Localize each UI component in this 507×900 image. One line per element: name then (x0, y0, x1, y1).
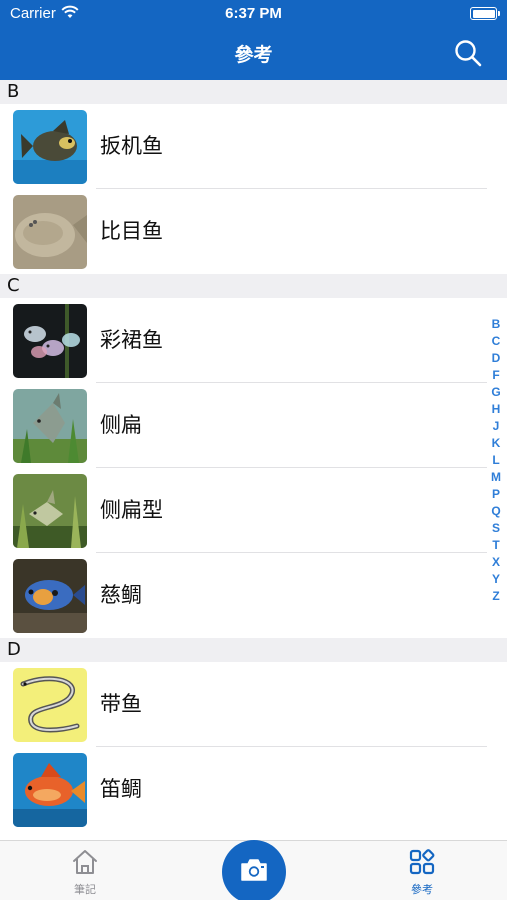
item-label: 彩裙鱼 (100, 328, 163, 352)
list-item[interactable]: 带鱼 (0, 662, 507, 747)
index-letter[interactable]: D (489, 350, 503, 367)
section-header-d: D (0, 638, 507, 662)
item-label: 扳机鱼 (100, 134, 163, 158)
index-letter[interactable]: H (489, 401, 503, 418)
index-letter[interactable]: Y (489, 571, 503, 588)
index-letter[interactable]: P (489, 486, 503, 503)
cichlid-thumbnail (13, 559, 87, 633)
camera-button[interactable] (222, 840, 286, 900)
index-letter[interactable]: Z (489, 588, 503, 605)
list-item[interactable]: 侧扁型 (0, 468, 507, 553)
hairtail-thumbnail (13, 668, 87, 742)
snapper-thumbnail (13, 753, 87, 827)
nav-header: Carrier 6:37 PM 參考 (0, 0, 507, 80)
index-letter[interactable]: M (489, 469, 503, 486)
laterally-flat-thumbnail (13, 389, 87, 463)
index-letter[interactable]: Q (489, 503, 503, 520)
list-item[interactable]: 彩裙鱼 (0, 298, 507, 383)
item-label: 侧扁型 (100, 498, 163, 522)
item-label: 笛鲷 (100, 777, 142, 801)
battery-icon (470, 7, 500, 20)
index-letter[interactable]: C (489, 333, 503, 350)
tab-notes-label: 筆記 (74, 883, 96, 896)
flounder-thumbnail (13, 195, 87, 269)
status-bar: Carrier 6:37 PM (0, 0, 507, 28)
index-letter[interactable]: S (489, 520, 503, 537)
section-index-bar[interactable]: B C D F G H J K L M P Q S T X Y Z (489, 316, 503, 605)
section-header-b: B (0, 80, 507, 104)
list-item[interactable]: 笛鲷 (0, 747, 507, 832)
search-button[interactable] (453, 38, 483, 68)
home-icon (73, 850, 97, 874)
status-time: 6:37 PM (225, 5, 282, 22)
item-label: 比目鱼 (100, 219, 163, 243)
list-item[interactable]: 慈鲷 (0, 553, 507, 638)
tab-reference[interactable]: 參考 (392, 849, 452, 897)
triggerfish-thumbnail (13, 110, 87, 184)
index-letter[interactable]: F (489, 367, 503, 384)
list-item[interactable]: 扳机鱼 (0, 104, 507, 189)
index-letter[interactable]: X (489, 554, 503, 571)
tab-reference-label: 參考 (411, 883, 433, 896)
tab-notes[interactable]: 筆記 (55, 849, 115, 897)
list-item[interactable]: 侧扁 (0, 383, 507, 468)
item-label: 侧扁 (100, 413, 142, 437)
grid-icon (409, 849, 435, 875)
skirt-tetra-thumbnail (13, 304, 87, 378)
index-letter[interactable]: G (489, 384, 503, 401)
item-label: 慈鲷 (100, 583, 142, 607)
list-item[interactable]: 比目鱼 (0, 189, 507, 274)
section-header-c: C (0, 274, 507, 298)
item-label: 带鱼 (100, 692, 142, 716)
page-title: 參考 (234, 44, 273, 66)
index-letter[interactable]: T (489, 537, 503, 554)
search-icon (455, 40, 482, 67)
index-letter[interactable]: B (489, 316, 503, 333)
laterally-flat-type-thumbnail (13, 474, 87, 548)
index-letter[interactable]: K (489, 435, 503, 452)
index-letter[interactable]: L (489, 452, 503, 469)
index-letter[interactable]: J (489, 418, 503, 435)
camera-icon (241, 859, 267, 881)
reference-list[interactable]: B 扳机鱼 比目鱼 C 彩裙鱼 侧扁 侧扁型 慈鲷 D 带鱼 笛鲷 (0, 80, 507, 840)
